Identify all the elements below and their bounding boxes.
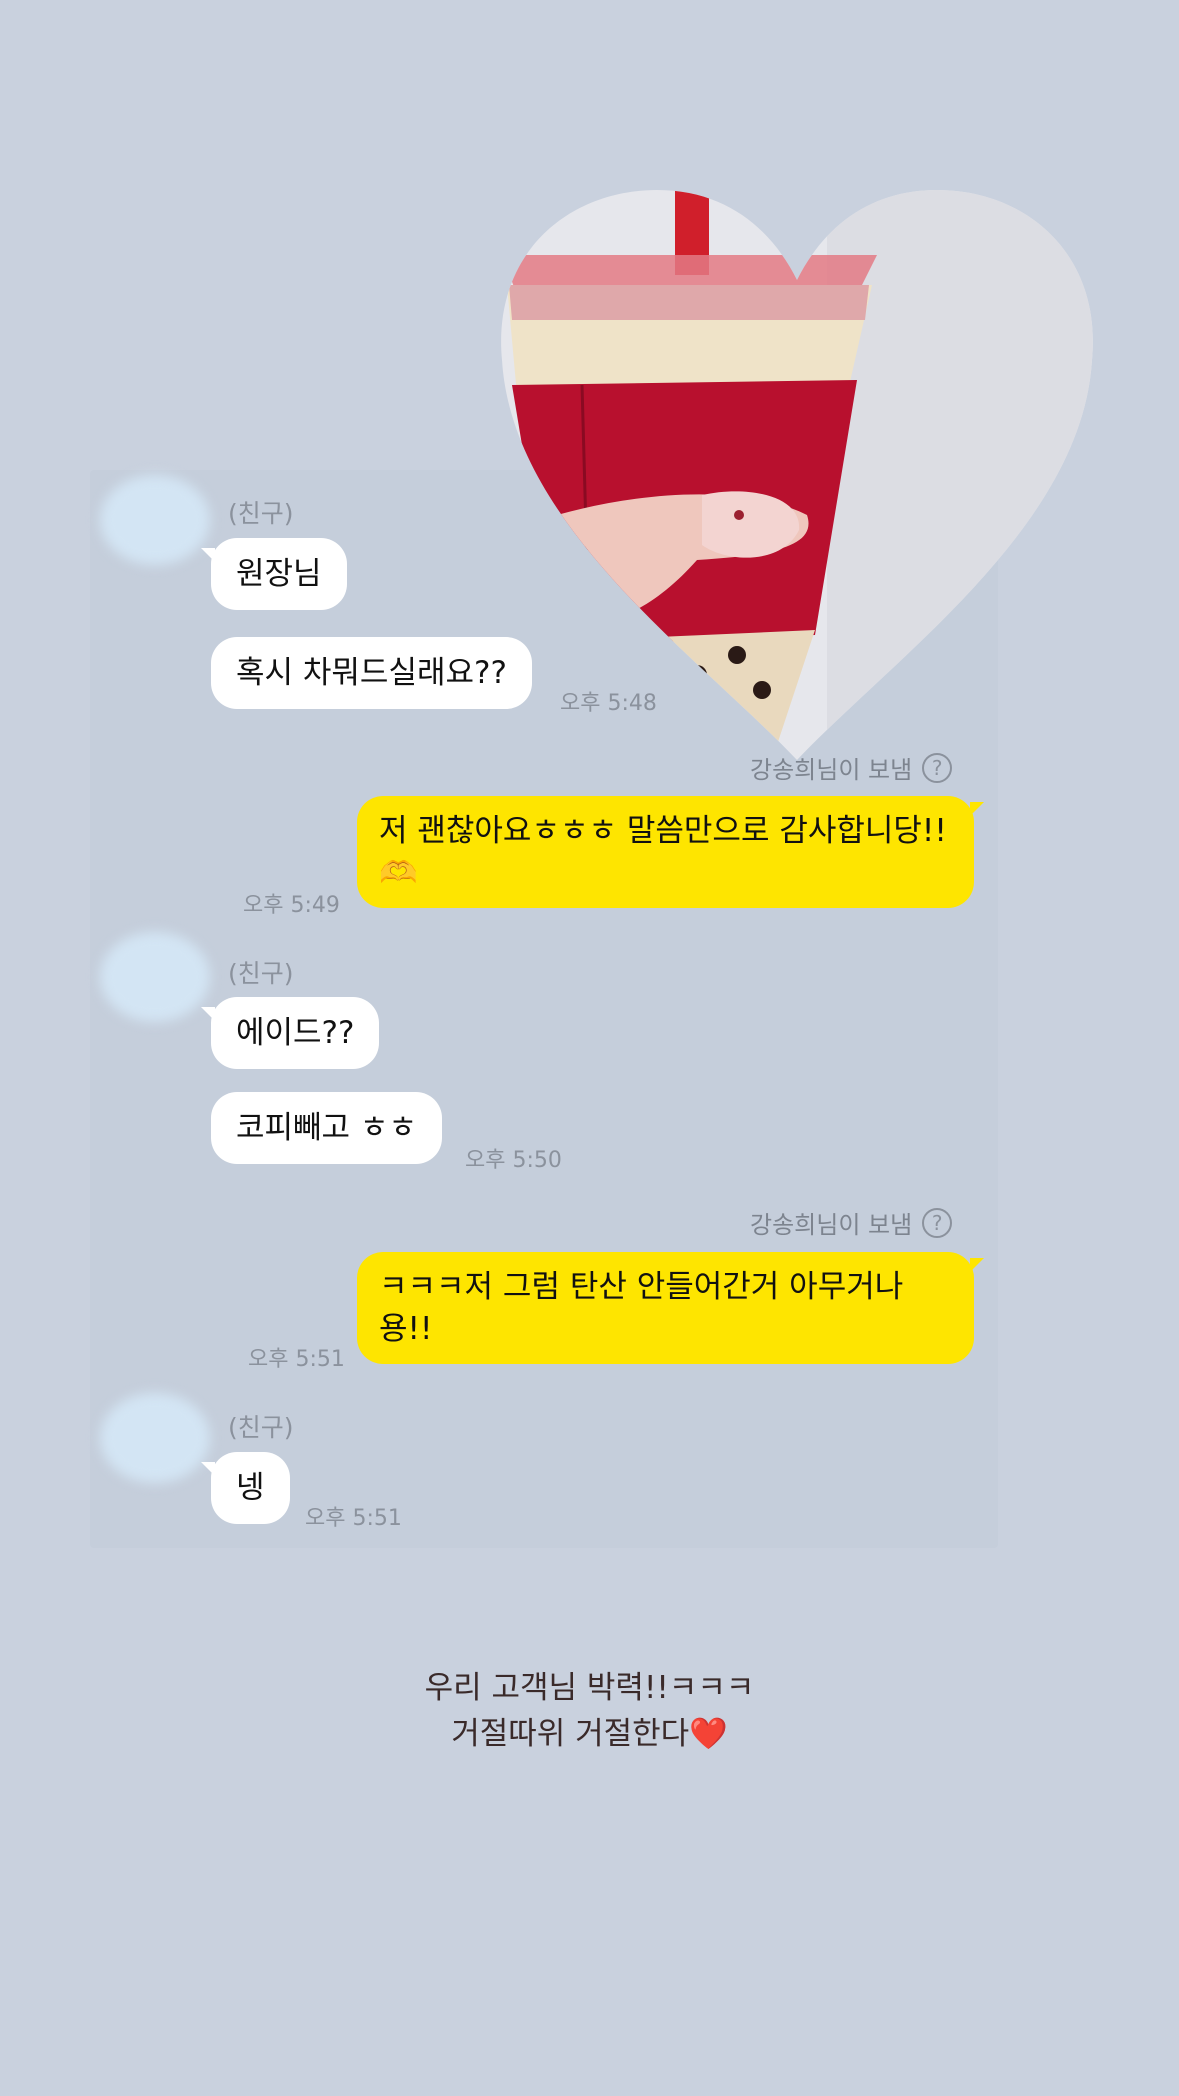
my-message[interactable]: ㅋㅋㅋ저 그럼 탄산 안들어간거 아무거나용!! bbox=[357, 1252, 984, 1364]
friend-name: (친구) bbox=[228, 1413, 294, 1442]
caption-line: 우리 고객님 박력!!ㅋㅋㅋ bbox=[424, 1670, 755, 1706]
friend-avatar[interactable] bbox=[100, 475, 210, 565]
message-time: 오후 5:49 bbox=[243, 893, 340, 918]
message-time: 오후 5:50 bbox=[465, 1148, 562, 1173]
friend-message[interactable]: 원장님 bbox=[201, 538, 347, 610]
friend-message[interactable]: 코피빼고 ㅎㅎ bbox=[211, 1092, 442, 1164]
caption-line: 거절따위 거절한다❤️ bbox=[451, 1716, 728, 1752]
message-time: 오후 5:51 bbox=[248, 1347, 345, 1372]
sent-by-text: 강송희님이 보냄 bbox=[750, 1211, 913, 1239]
story-caption: 우리 고객님 박력!!ㅋㅋㅋ 거절따위 거절한다❤️ bbox=[0, 1665, 1179, 1757]
my-message[interactable]: 저 괜찮아요ㅎㅎㅎ 말씀만으로 감사합니당!!🫶 bbox=[357, 796, 984, 908]
sent-by-label: 강송희님이 보냄 ? bbox=[750, 1205, 953, 1240]
message-time: 오후 5:48 bbox=[560, 691, 657, 716]
sent-by-text: 강송희님이 보냄 bbox=[750, 756, 913, 784]
message-time: 오후 5:51 bbox=[305, 1506, 402, 1531]
sent-by-label: 강송희님이 보냄 ? bbox=[750, 750, 953, 785]
friend-message[interactable]: 에이드?? bbox=[200, 997, 380, 1069]
friend-message[interactable]: 혹시 차뭐드실래요?? bbox=[211, 637, 532, 709]
friend-message[interactable]: 넹 bbox=[201, 1452, 290, 1524]
friend-avatar[interactable] bbox=[100, 1393, 210, 1483]
question-circle-icon[interactable]: ? bbox=[922, 752, 953, 783]
friend-name: (친구) bbox=[228, 959, 294, 988]
heart-photo-sticker[interactable] bbox=[497, 185, 1097, 765]
friend-avatar[interactable] bbox=[100, 932, 210, 1022]
question-circle-icon[interactable]: ? bbox=[922, 1207, 953, 1238]
friend-name: (친구) bbox=[228, 499, 294, 528]
